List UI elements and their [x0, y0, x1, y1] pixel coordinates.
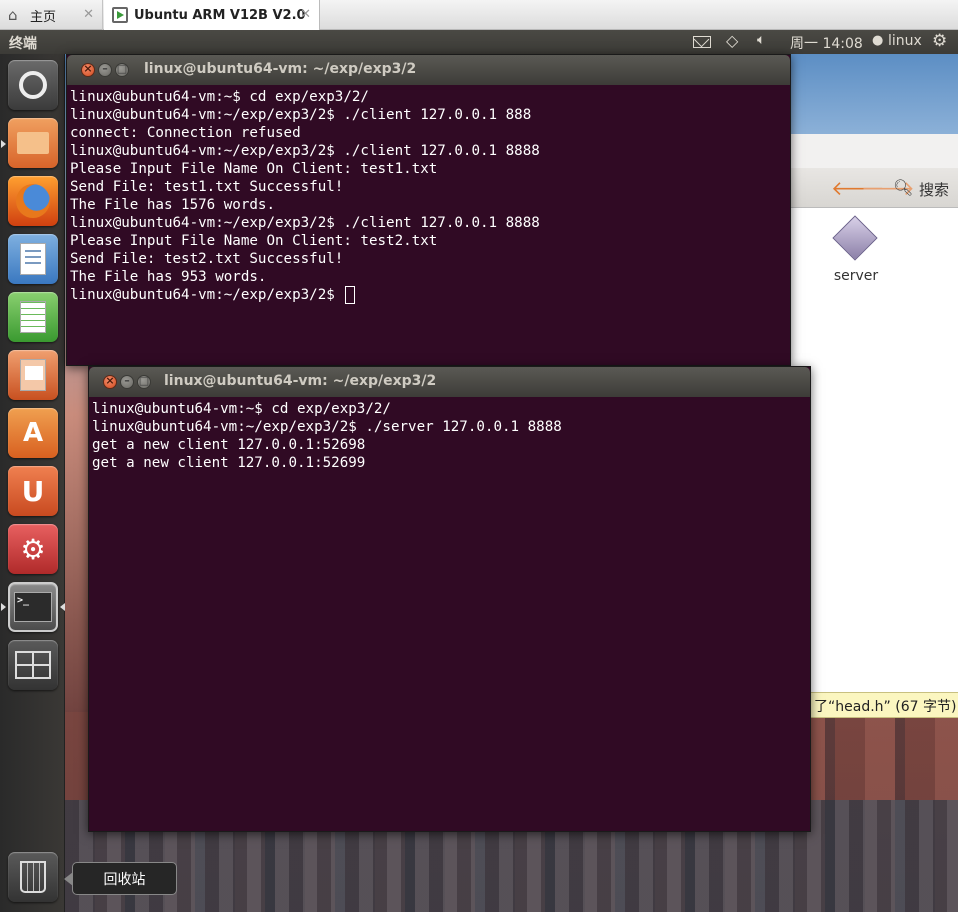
terminal-line: linux@ubuntu64-vm:~/exp/exp3/2$ ./server…	[92, 419, 562, 435]
terminal-line: The File has 1576 words.	[70, 197, 275, 213]
search-label[interactable]: 搜索	[919, 179, 949, 200]
system-settings-launcher[interactable]: ⚙	[8, 524, 58, 574]
active-app-title: 终端	[9, 36, 37, 52]
user-name[interactable]: linux	[888, 33, 922, 49]
vm-tab-bar: ⌂ 主页 ✕ Ubuntu ARM V12B V2.0 ✕	[0, 0, 958, 30]
window-maximize-button[interactable]: □	[137, 374, 151, 389]
home-icon: ⌂	[8, 6, 18, 24]
files-launcher[interactable]	[8, 118, 58, 168]
running-indicator	[1, 140, 6, 148]
impress-launcher[interactable]	[8, 350, 58, 400]
terminal-title: linux@ubuntu64-vm: ~/exp/exp3/2	[144, 61, 417, 77]
tab-home-label: 主页	[30, 9, 57, 25]
terminal-line: linux@ubuntu64-vm:~$ cd exp/exp3/2/	[70, 89, 369, 105]
window-maximize-button[interactable]: □	[115, 62, 129, 77]
ubuntu-one-launcher[interactable]: U	[8, 466, 58, 516]
terminal-line: Please Input File Name On Client: test1.…	[70, 161, 438, 177]
writer-doc-icon	[20, 243, 46, 275]
tab-vm[interactable]: Ubuntu ARM V12B V2.0 ✕	[104, 0, 320, 30]
file-manager-window: 🡐 🡒 🔍︎ 搜索 server 了“head.h” (67 字节)	[790, 134, 958, 718]
close-icon[interactable]: ✕	[83, 7, 94, 22]
workspace-switcher[interactable]	[8, 640, 58, 690]
firefox-icon	[16, 184, 50, 218]
writer-launcher[interactable]	[8, 234, 58, 284]
dash-home-button[interactable]	[8, 60, 58, 110]
software-center-launcher[interactable]: A	[8, 408, 58, 458]
user-icon[interactable]: ●	[872, 33, 883, 48]
executable-file-icon[interactable]	[832, 215, 878, 261]
window-minimize-button[interactable]: –	[98, 62, 112, 77]
terminal-line: linux@ubuntu64-vm:~/exp/exp3/2$ ./client…	[70, 215, 540, 231]
file-manager-toolbar: 🡐 🡒 🔍︎ 搜索	[791, 168, 958, 208]
trash-launcher[interactable]	[8, 852, 58, 902]
software-center-icon: A	[22, 418, 44, 448]
terminal-line: Send File: test1.txt Successful!	[70, 179, 344, 195]
terminal-line: Send File: test2.txt Successful!	[70, 251, 344, 267]
gear-icon[interactable]: ⚙	[932, 31, 947, 51]
running-indicator	[1, 603, 6, 611]
firefox-launcher[interactable]	[8, 176, 58, 226]
workspaces-icon	[15, 651, 51, 679]
launcher: A U ⚙ >_	[0, 54, 65, 912]
terminal-line: get a new client 127.0.0.1:52698	[92, 437, 366, 453]
search-icon[interactable]: 🔍︎	[893, 178, 913, 197]
terminal-cursor	[345, 286, 356, 304]
terminal-line: linux@ubuntu64-vm:~/exp/exp3/2$ ./client…	[70, 107, 532, 123]
mail-icon[interactable]	[693, 36, 711, 48]
terminal-window-client[interactable]: × – □ linux@ubuntu64-vm: ~/exp/exp3/2 li…	[66, 54, 791, 366]
clock[interactable]: 周一 14:08	[790, 33, 863, 53]
trash-tooltip: 回收站	[64, 862, 177, 895]
tab-vm-label: Ubuntu ARM V12B V2.0	[134, 7, 306, 23]
terminal-title: linux@ubuntu64-vm: ~/exp/exp3/2	[164, 373, 437, 389]
terminal-launcher[interactable]: >_	[8, 582, 58, 632]
terminal-prompt: linux@ubuntu64-vm:~/exp/exp3/2$	[70, 287, 344, 303]
terminal-titlebar[interactable]: × – □ linux@ubuntu64-vm: ~/exp/exp3/2	[67, 55, 790, 85]
impress-slide-icon	[20, 359, 46, 391]
file-manager-status: 了“head.h” (67 字节)	[791, 692, 958, 718]
file-manager-content: server	[791, 208, 958, 718]
volume-icon[interactable]: 🔈︎	[757, 32, 765, 48]
ubuntu-one-icon: U	[21, 474, 45, 508]
network-icon[interactable]: ◇	[726, 31, 738, 50]
window-close-button[interactable]: ×	[103, 374, 117, 389]
vm-icon	[112, 7, 128, 23]
terminal-prompt-line[interactable]: linux@ubuntu64-vm:~/exp/exp3/2$	[70, 286, 787, 304]
terminal-line: Please Input File Name On Client: test2.…	[70, 233, 438, 249]
terminal-output[interactable]: linux@ubuntu64-vm:~$ cd exp/exp3/2/ linu…	[89, 397, 810, 831]
terminal-line: get a new client 127.0.0.1:52699	[92, 455, 366, 471]
terminal-window-server[interactable]: × – □ linux@ubuntu64-vm: ~/exp/exp3/2 li…	[88, 366, 811, 832]
terminal-line: The File has 953 words.	[70, 269, 267, 285]
top-panel: 终端 ◇ 🔈︎ 周一 14:08 ● linux ⚙	[0, 30, 958, 54]
terminal-line: linux@ubuntu64-vm:~/exp/exp3/2$ ./client…	[70, 143, 540, 159]
window-minimize-button[interactable]: –	[120, 374, 134, 389]
focused-indicator	[60, 603, 65, 611]
terminal-titlebar[interactable]: × – □ linux@ubuntu64-vm: ~/exp/exp3/2	[89, 367, 810, 397]
terminal-icon: >_	[14, 592, 52, 622]
folder-icon	[17, 132, 49, 154]
terminal-line: connect: Connection refused	[70, 125, 301, 141]
close-icon[interactable]: ✕	[300, 7, 311, 22]
terminal-output[interactable]: linux@ubuntu64-vm:~$ cd exp/exp3/2/ linu…	[67, 85, 790, 365]
tab-home[interactable]: ⌂ 主页 ✕	[0, 0, 103, 30]
terminal-line: linux@ubuntu64-vm:~$ cd exp/exp3/2/	[92, 401, 391, 417]
calc-launcher[interactable]	[8, 292, 58, 342]
window-close-button[interactable]: ×	[81, 62, 95, 77]
wrench-gear-icon: ⚙	[20, 532, 46, 566]
trash-icon	[20, 861, 46, 893]
calc-sheet-icon	[20, 301, 46, 333]
file-label[interactable]: server	[821, 268, 891, 284]
ubuntu-logo-icon	[19, 71, 47, 99]
